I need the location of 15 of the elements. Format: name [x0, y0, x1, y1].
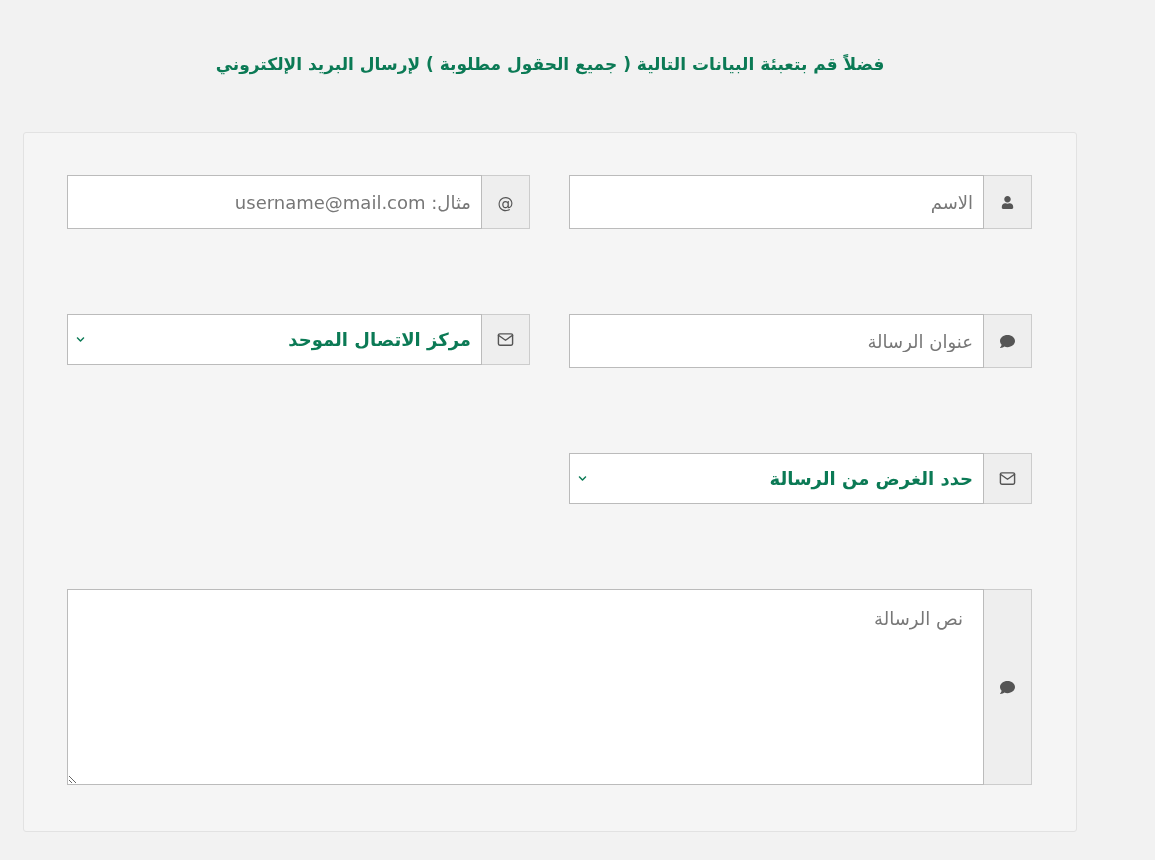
- chevron-icon: [76, 335, 85, 344]
- input-field[interactable]: مثال: username@mail.com: [67, 175, 482, 229]
- envelope-icon: [497, 331, 514, 348]
- dropdown[interactable]: مركز الاتصال الموحد: [67, 314, 482, 365]
- comment-icon: [1000, 333, 1015, 349]
- input-field[interactable]: عنوان الرسالة: [569, 314, 984, 368]
- envelope-icon: [999, 470, 1016, 487]
- user-icon: [1001, 195, 1014, 209]
- input-field[interactable]: الاسم: [569, 175, 984, 229]
- message-field[interactable]: نص الرسالة: [67, 589, 984, 785]
- at-sign: @: [497, 192, 514, 212]
- chevron-icon: [578, 474, 587, 483]
- comment-icon: [1000, 679, 1015, 695]
- form-heading: فضلاً قم بتعبئة البيانات التالية ( جميع الحقول مطلوبة ) لإرسال البريد الإلكتروني: [214, 54, 886, 74]
- dropdown[interactable]: حدد الغرض من الرسالة: [569, 453, 984, 504]
